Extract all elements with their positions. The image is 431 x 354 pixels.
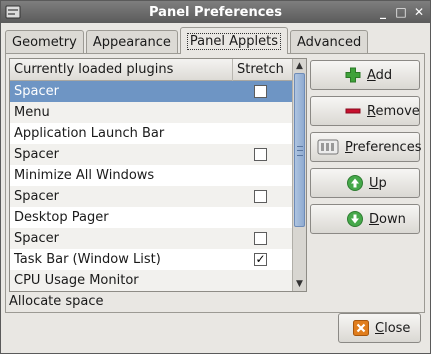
close-icon	[353, 320, 369, 336]
list-header: Currently loaded plugins Stretch	[10, 59, 292, 81]
stretch-checkbox[interactable]	[254, 232, 267, 245]
mnemonic: C	[375, 320, 385, 336]
vertical-scrollbar[interactable]: ▲ ▼	[292, 59, 306, 291]
plugin-name: Application Launch Bar	[14, 126, 165, 141]
mnemonic: P	[345, 139, 353, 155]
maximize-icon[interactable]: □	[394, 5, 408, 19]
mnemonic: A	[367, 67, 376, 83]
column-header-plugins[interactable]: Currently loaded plugins	[14, 59, 232, 81]
arrow-up-icon	[347, 175, 363, 191]
stretch-checkbox[interactable]: ✓	[254, 253, 267, 266]
plugin-name: Spacer	[14, 189, 59, 204]
minus-icon	[345, 108, 361, 114]
plugin-name: CPU Usage Monitor	[14, 273, 139, 288]
title-bar[interactable]: Panel Preferences _ □ ✕	[1, 1, 430, 23]
scrollbar-thumb[interactable]	[294, 73, 305, 227]
plugin-name: Spacer	[14, 231, 59, 246]
plugins-list[interactable]: Currently loaded plugins Stretch Spacer M…	[9, 58, 307, 292]
button-label: p	[378, 175, 387, 191]
move-down-button[interactable]: Down	[310, 204, 420, 234]
plugin-name: Spacer	[14, 84, 59, 99]
arrow-down-icon	[347, 211, 363, 227]
preferences-icon	[317, 139, 339, 155]
plugin-name: Spacer	[14, 147, 59, 162]
button-label: references	[352, 139, 422, 155]
tab-appearance[interactable]: Appearance	[85, 30, 178, 54]
plugin-row[interactable]: Minimize All Windows	[10, 165, 292, 186]
close-button[interactable]: Close	[338, 313, 421, 343]
stretch-checkbox[interactable]	[254, 148, 267, 161]
app-icon	[5, 5, 21, 19]
plugin-name: Minimize All Windows	[14, 168, 155, 183]
tab-label: Advanced	[296, 35, 362, 50]
button-label: lose	[384, 320, 411, 336]
plugin-row[interactable]: Task Bar (Window List) ✓	[10, 249, 292, 270]
plugin-row[interactable]: Spacer	[10, 186, 292, 207]
tab-geometry[interactable]: Geometry	[5, 30, 84, 54]
mnemonic: D	[369, 211, 380, 227]
plugin-name: Task Bar (Window List)	[14, 252, 161, 267]
plugin-row[interactable]: Spacer	[10, 228, 292, 249]
plugin-row[interactable]: Spacer	[10, 144, 292, 165]
tab-bar: Geometry Appearance Panel Applets Advanc…	[5, 27, 370, 54]
button-label: dd	[375, 67, 393, 83]
button-label: emove	[375, 103, 420, 119]
plugin-name: Menu	[14, 105, 50, 120]
preferences-button[interactable]: Preferences	[310, 132, 422, 162]
move-up-button[interactable]: Up	[310, 168, 420, 198]
plugin-rows: Spacer Menu Application Launch Bar Spacer Mi…	[10, 81, 292, 291]
plus-icon	[345, 67, 361, 83]
window-title: Panel Preferences	[149, 4, 282, 20]
tab-label: Geometry	[12, 35, 77, 50]
column-header-stretch[interactable]: Stretch	[232, 59, 292, 81]
mnemonic: U	[369, 175, 379, 191]
tab-advanced[interactable]: Advanced	[289, 30, 369, 54]
plugin-row[interactable]: Application Launch Bar	[10, 123, 292, 144]
scroll-up-icon[interactable]: ▲	[293, 59, 306, 73]
button-label: own	[379, 211, 406, 227]
plugin-row[interactable]: Desktop Pager	[10, 207, 292, 228]
status-text: Allocate space	[9, 294, 104, 309]
stretch-checkbox[interactable]	[254, 85, 267, 98]
grip-icon	[297, 146, 303, 156]
panel-preferences-window: Panel Preferences _ □ ✕ Geometry Appeara…	[0, 0, 431, 354]
plugin-row[interactable]: Menu	[10, 102, 292, 123]
remove-button[interactable]: Remove	[310, 96, 420, 126]
scroll-down-icon[interactable]: ▼	[293, 277, 306, 291]
tab-panel-applets[interactable]: Panel Applets	[179, 27, 288, 54]
panel-applets-page: Currently loaded plugins Stretch Spacer M…	[5, 53, 425, 313]
add-button[interactable]: Add	[310, 60, 420, 90]
stretch-checkbox[interactable]	[254, 190, 267, 203]
plugin-name: Desktop Pager	[14, 210, 109, 225]
tab-label: Panel Applets	[186, 32, 281, 50]
plugin-row[interactable]: Spacer	[10, 81, 292, 102]
tab-label: Appearance	[92, 35, 171, 50]
plugin-row[interactable]: CPU Usage Monitor	[10, 270, 292, 291]
close-window-icon[interactable]: ✕	[412, 5, 426, 19]
minimize-icon[interactable]: _	[376, 5, 390, 19]
